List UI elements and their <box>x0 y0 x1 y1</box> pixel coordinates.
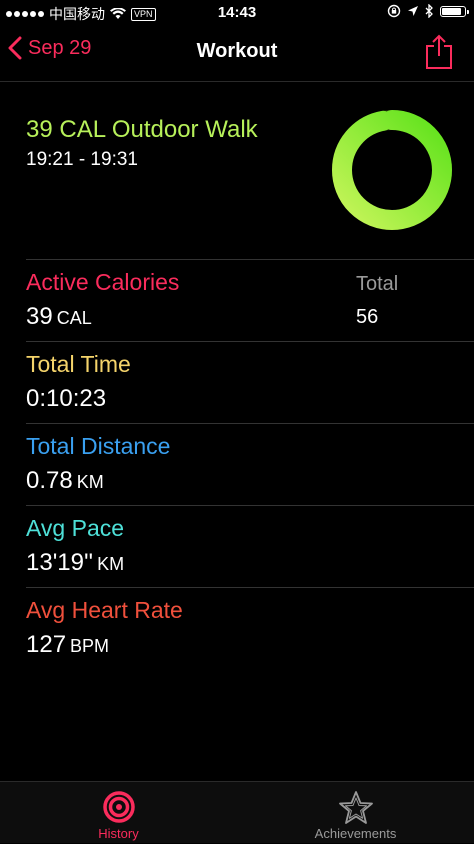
history-icon <box>102 791 135 823</box>
ring-progress-arc <box>332 110 452 230</box>
metric-avg-heart-rate: Avg Heart Rate 127 BPM <box>0 588 474 670</box>
page-title: Workout <box>196 40 278 62</box>
metric-value: 13'19'' KM <box>26 549 125 576</box>
workout-name: 39 CAL Outdoor Walk <box>26 116 258 143</box>
metric-value: 0:10:23 <box>26 385 107 412</box>
activity-ring <box>332 110 452 230</box>
metric-label: Avg Pace <box>26 515 125 541</box>
total-value: 56 <box>356 306 379 328</box>
workout-time-range: 19:21 - 19:31 <box>26 149 138 170</box>
tab-history[interactable]: History <box>0 782 237 844</box>
total-label: Total <box>356 273 399 295</box>
metric-total-time: Total Time 0:10:23 <box>0 342 474 424</box>
tab-achievements[interactable]: Achievements <box>237 782 474 844</box>
metric-value: 0.78 KM <box>26 467 104 494</box>
metric-active-calories: Active Calories 39 CAL Total 56 <box>0 260 474 342</box>
status-bar: 中国移动 VPN 14:43 <box>0 0 474 24</box>
nav-bar: Sep 29 Workout <box>0 24 474 82</box>
metric-label: Total Distance <box>26 433 171 459</box>
metric-total-distance: Total Distance 0.78 KM <box>0 424 474 506</box>
workout-summary: 39 CAL Outdoor Walk 19:21 - 19:31 <box>0 82 474 260</box>
tab-label-history: History <box>98 826 139 841</box>
rotation-lock-icon <box>387 4 401 18</box>
metric-avg-pace: Avg Pace 13'19'' KM <box>0 506 474 588</box>
achievements-icon <box>338 791 373 824</box>
share-button[interactable] <box>424 34 454 70</box>
metric-label: Total Time <box>26 351 131 377</box>
metric-value: 39 CAL <box>26 303 92 330</box>
status-right <box>387 4 469 18</box>
tab-bar: History Achievements <box>0 781 474 843</box>
battery-icon <box>440 5 469 17</box>
location-icon <box>408 6 418 16</box>
tab-label-achievements: Achievements <box>314 826 397 841</box>
share-icon <box>426 34 452 69</box>
metric-label: Avg Heart Rate <box>26 597 183 623</box>
metric-value: 127 BPM <box>26 631 110 658</box>
metric-label: Active Calories <box>26 269 180 295</box>
bluetooth-icon <box>425 4 433 18</box>
